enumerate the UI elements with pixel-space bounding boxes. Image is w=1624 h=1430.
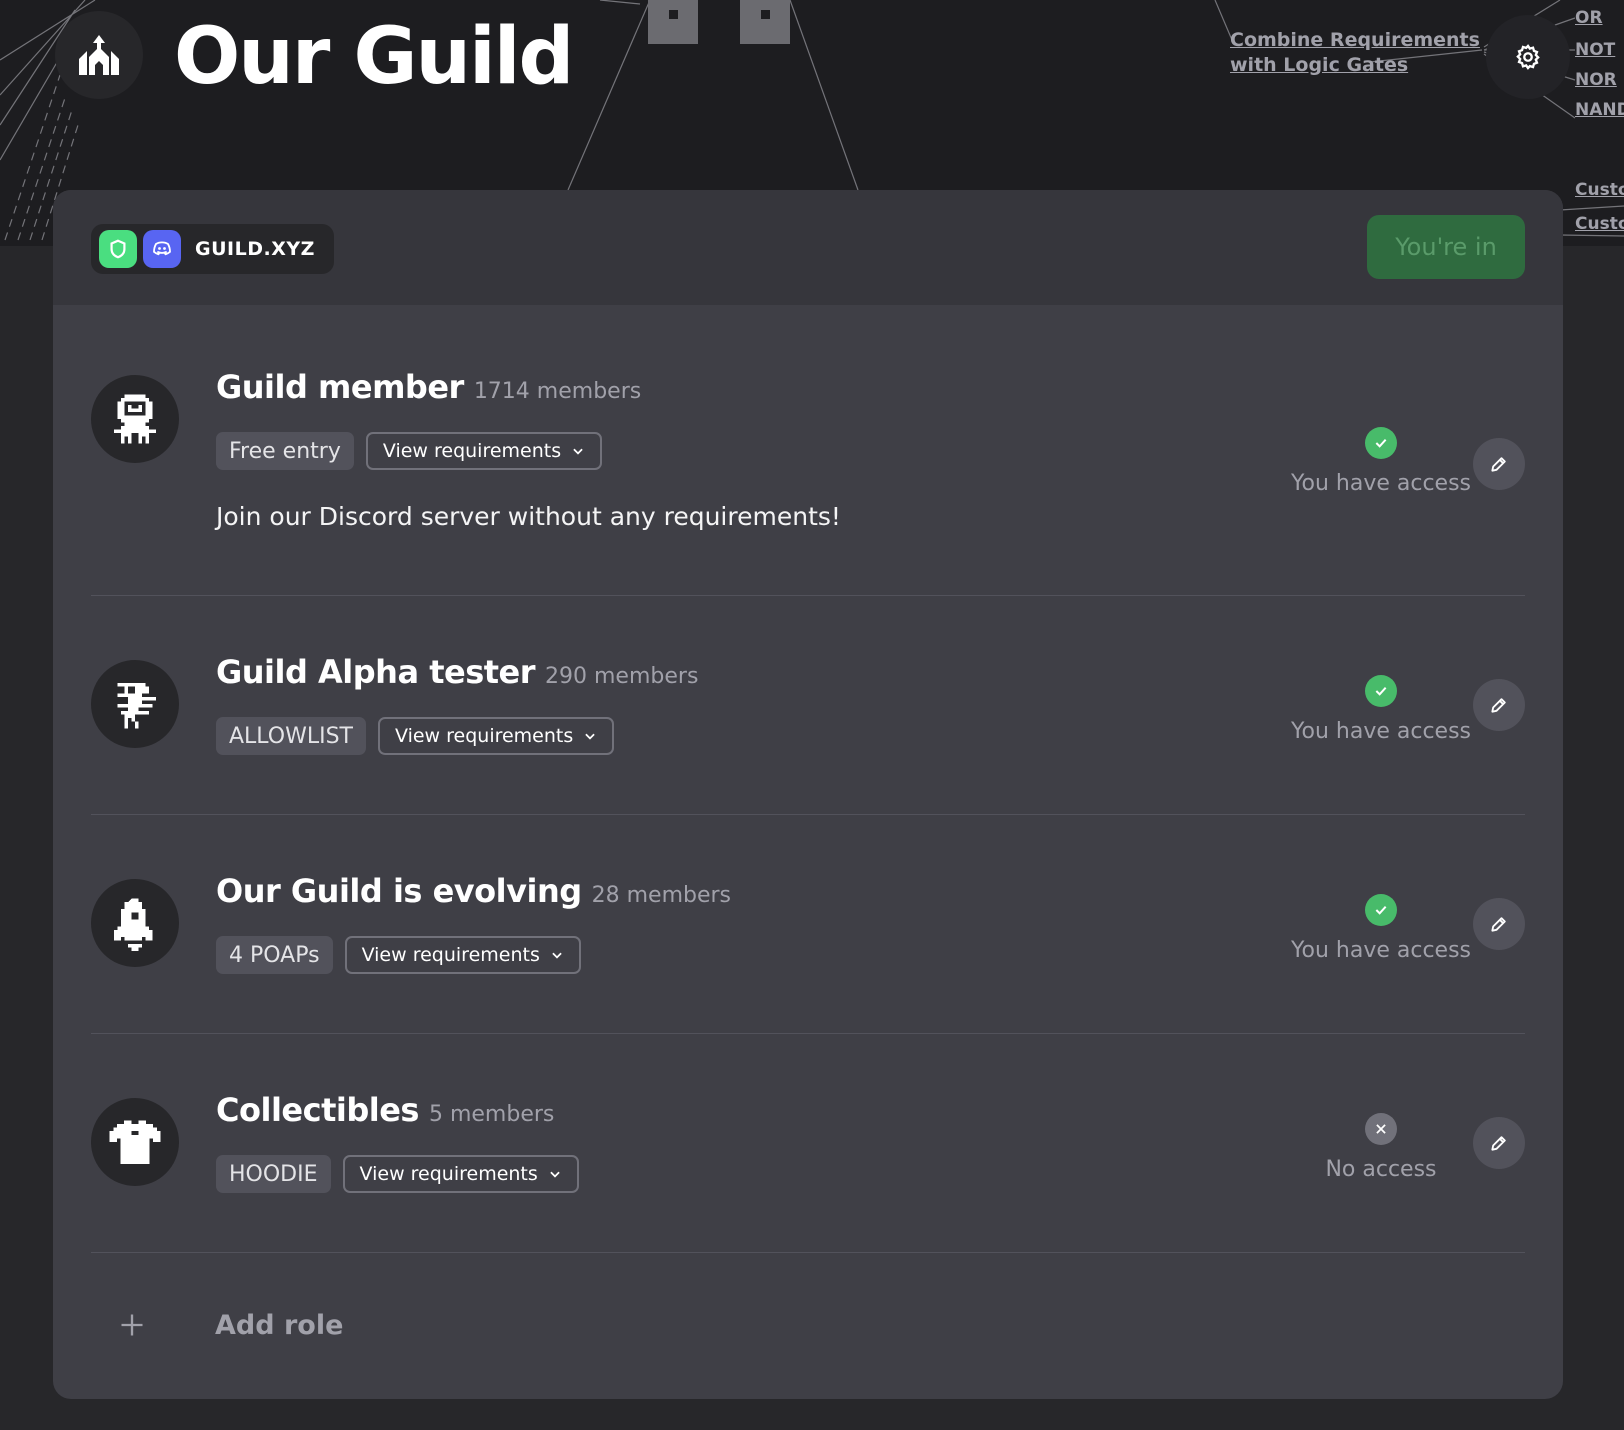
join-status-button[interactable]: You're in (1367, 215, 1525, 279)
view-requirements-button[interactable]: View requirements (342, 1155, 579, 1193)
edit-role-button[interactable] (1473, 679, 1525, 731)
requirement-tag: 4 POAPs (216, 936, 333, 974)
requirement-tag: Free entry (216, 432, 354, 470)
role-name: Collectibles (216, 1091, 419, 1129)
pencil-icon (1491, 917, 1506, 932)
access-text: You have access (1290, 719, 1472, 744)
role-title: Collectibles 5 members (216, 1091, 554, 1129)
view-requirements-label: View requirements (395, 725, 574, 747)
requirements-row: ALLOWLIST View requirements (216, 717, 615, 755)
rocket-icon (114, 898, 153, 951)
view-requirements-label: View requirements (359, 1163, 538, 1185)
roles-card: GUILD.XYZ You're in Guild member 1714 mem… (53, 190, 1563, 1399)
chevron-down-icon (552, 952, 562, 959)
pixel-bird-icon (117, 683, 156, 729)
chevron-down-icon (573, 448, 583, 455)
role-member-count: 5 members (428, 1102, 555, 1127)
role-guild-member: Guild member 1714 members Free entry View… (91, 305, 1525, 596)
access-status: No access (1271, 1113, 1491, 1182)
role-name: Guild Alpha tester (216, 653, 536, 691)
role-member-count: 290 members (545, 664, 699, 689)
gate-label-nand: NAND (1575, 100, 1624, 120)
role-member-count: 1714 members (473, 379, 642, 404)
pixel-eye-right (740, 0, 790, 44)
role-description: Join our Discord server without any requ… (216, 502, 841, 531)
access-status: You have access (1271, 894, 1491, 963)
check-circle-icon (1365, 894, 1397, 926)
x-circle-icon (1365, 1113, 1397, 1145)
requirement-tag: ALLOWLIST (216, 717, 366, 755)
chevron-down-icon (585, 733, 595, 740)
add-role-button[interactable]: Add role (91, 1280, 1525, 1370)
pencil-icon (1491, 1136, 1506, 1151)
role-avatar (91, 660, 179, 748)
role-guild-alpha-tester: Guild Alpha tester 290 members ALLOWLIST … (91, 596, 1525, 815)
access-text: You have access (1290, 471, 1472, 496)
custom-label-2: Custo (1575, 214, 1624, 234)
plus-icon (91, 1311, 173, 1339)
role-avatar (91, 879, 179, 967)
check-circle-icon (1365, 675, 1397, 707)
gate-label-not: NOT (1575, 40, 1616, 60)
check-circle-icon (1365, 427, 1397, 459)
logic-gates-link[interactable]: Combine Requirements with Logic Gates (1230, 28, 1480, 78)
role-title: Guild member 1714 members (216, 368, 641, 406)
pencil-icon (1491, 457, 1506, 472)
role-title: Our Guild is evolving 28 members (216, 872, 731, 910)
discord-icon (143, 230, 181, 268)
settings-button[interactable] (1486, 15, 1570, 99)
role-title: Guild Alpha tester 290 members (216, 653, 698, 691)
view-requirements-button[interactable]: View requirements (378, 717, 615, 755)
gear-icon (1516, 44, 1540, 70)
promo-line-1: Combine Requirements (1230, 29, 1480, 51)
access-text: You have access (1290, 938, 1472, 963)
view-requirements-label: View requirements (382, 440, 562, 462)
castle-icon (79, 35, 119, 75)
add-role-label: Add role (215, 1309, 344, 1341)
pencil-icon (1491, 698, 1506, 713)
role-member-count: 28 members (591, 883, 732, 908)
guild-title: Our Guild (174, 12, 574, 102)
access-status: You have access (1271, 675, 1491, 744)
view-requirements-button[interactable]: View requirements (344, 936, 581, 974)
role-divider (91, 1252, 1525, 1253)
access-status: You have access (1271, 427, 1491, 496)
view-requirements-label: View requirements (361, 944, 540, 966)
requirements-row: HOODIE View requirements (216, 1155, 579, 1193)
tshirt-icon (109, 1120, 161, 1164)
gate-label-or: OR (1575, 8, 1603, 28)
platform-chip[interactable]: GUILD.XYZ (91, 224, 334, 274)
edit-role-button[interactable] (1473, 438, 1525, 490)
role-avatar (91, 1098, 179, 1186)
card-header: GUILD.XYZ You're in (53, 190, 1563, 305)
custom-label-1: Custo (1575, 180, 1624, 200)
platform-name: GUILD.XYZ (195, 238, 315, 260)
role-name: Our Guild is evolving (216, 872, 582, 910)
role-avatar (91, 375, 179, 463)
requirements-row: 4 POAPs View requirements (216, 936, 581, 974)
edit-role-button[interactable] (1473, 1117, 1525, 1169)
pixel-eye-left (648, 0, 698, 44)
promo-line-2: with Logic Gates (1230, 54, 1409, 76)
guild-logo (55, 11, 143, 99)
gate-label-nor: NOR (1575, 70, 1617, 90)
requirements-row: Free entry View requirements (216, 432, 603, 470)
shield-icon (99, 230, 137, 268)
role-collectibles: Collectibles 5 members HOODIE View requir… (91, 1034, 1525, 1253)
robot-icon (114, 394, 156, 444)
access-text: No access (1325, 1157, 1437, 1182)
view-requirements-button[interactable]: View requirements (365, 432, 603, 470)
chevron-down-icon (550, 1171, 560, 1178)
edit-role-button[interactable] (1473, 898, 1525, 950)
role-name: Guild member (216, 368, 464, 406)
requirement-tag: HOODIE (216, 1155, 331, 1193)
role-our-guild-is-evolving: Our Guild is evolving 28 members 4 POAPs … (91, 815, 1525, 1034)
